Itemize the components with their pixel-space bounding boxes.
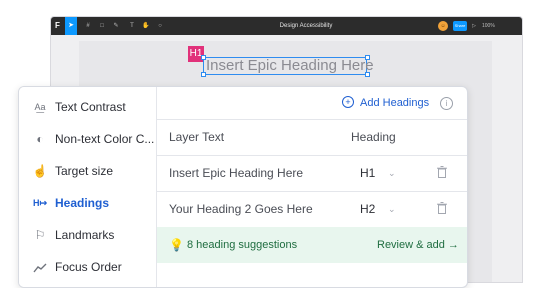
sidebar-item-non-text-color[interactable]: ◐ Non-text Color C... <box>19 123 156 155</box>
lightbulb-icon: 💡 <box>169 238 184 252</box>
focus-order-icon <box>31 251 49 283</box>
file-title[interactable]: Design Accessibility <box>251 17 361 35</box>
heading-suggestions-banner: 💡 8 heading suggestions Review & add → <box>157 227 467 263</box>
plus-circle-icon: + <box>342 96 354 109</box>
add-headings-bar: + Add Headings i <box>157 87 467 120</box>
sidebar-item-target-size[interactable]: ☝ Target size <box>19 155 156 187</box>
sidebar-item-label: Target size <box>55 164 114 178</box>
avatar[interactable]: ☺ <box>438 21 448 31</box>
sidebar-item-focus-order[interactable]: Focus Order <box>19 251 156 283</box>
comment-tool-icon[interactable]: ○ <box>155 17 165 35</box>
sidebar-item-label: Text Contrast <box>55 100 126 114</box>
sidebar-item-label: Headings <box>55 196 110 210</box>
heading-level-select[interactable]: H1 <box>360 155 375 191</box>
column-header-heading: Heading <box>351 130 396 144</box>
half-circle-icon: ◐ <box>36 132 44 146</box>
sidebar-item-headings[interactable]: H↦ Headings <box>19 187 156 219</box>
suggestions-count: 8 heading suggestions <box>187 239 298 251</box>
chevron-down-icon[interactable]: ⌄ <box>388 155 396 191</box>
info-icon[interactable]: i <box>440 97 453 110</box>
hand-tool-icon[interactable]: ✋ <box>141 17 151 35</box>
resize-handle[interactable] <box>365 55 370 60</box>
resize-handle[interactable] <box>201 55 206 60</box>
resize-handle[interactable] <box>365 72 370 77</box>
table-header: Layer Text Heading <box>157 119 467 156</box>
zoom-dropdown[interactable]: 100% <box>482 17 508 35</box>
frame-tool-icon[interactable]: # <box>83 17 93 35</box>
sidebar-item-label: Focus Order <box>55 260 122 274</box>
chevron-down-icon[interactable]: ⌄ <box>388 191 396 227</box>
add-headings-button[interactable]: + Add Headings <box>342 87 429 119</box>
share-button[interactable]: Share <box>453 21 467 31</box>
add-headings-label: Add Headings <box>360 97 430 109</box>
figma-logo-icon[interactable]: F <box>55 20 63 32</box>
plugin-sidebar: A͟a Text Contrast ◐ Non-text Color C... … <box>19 87 157 287</box>
trash-icon[interactable] <box>437 202 447 214</box>
row-layer-text[interactable]: Your Heading 2 Goes Here <box>169 191 313 227</box>
text-tool-icon[interactable]: T <box>127 17 137 35</box>
column-header-layer: Layer Text <box>169 130 225 144</box>
accessibility-plugin-panel: A͟a Text Contrast ◐ Non-text Color C... … <box>18 86 468 288</box>
heading-arrow-icon: H↦ <box>32 198 48 208</box>
sidebar-item-landmarks[interactable]: ⚐ Landmarks <box>19 219 156 251</box>
canvas-heading-text[interactable]: Insert Epic Heading Here <box>206 57 374 75</box>
flag-icon: ⚐ <box>34 228 46 242</box>
editor-toolbar: F ➤ # □ ✎ T ✋ ○ Design Accessibility ☺ S… <box>51 17 522 35</box>
heading-level-select[interactable]: H2 <box>360 191 375 227</box>
table-row[interactable]: Insert Epic Heading Here H1 ⌄ <box>157 155 467 192</box>
sidebar-item-label: Non-text Color C... <box>55 132 155 146</box>
hand-pointer-icon: ☝ <box>32 164 48 178</box>
text-contrast-icon: A͟a <box>34 102 46 112</box>
sidebar-item-text-contrast[interactable]: A͟a Text Contrast <box>19 91 156 123</box>
row-layer-text[interactable]: Insert Epic Heading Here <box>169 155 303 191</box>
resize-handle[interactable] <box>201 72 206 77</box>
trash-icon[interactable] <box>437 166 447 178</box>
move-tool-icon[interactable]: ➤ <box>65 17 77 35</box>
headings-main: + Add Headings i Layer Text Heading Inser… <box>157 87 467 287</box>
table-row[interactable]: Your Heading 2 Goes Here H2 ⌄ <box>157 191 467 228</box>
shape-tool-icon[interactable]: □ <box>97 17 107 35</box>
sidebar-item-label: Landmarks <box>55 228 115 242</box>
play-icon[interactable]: ▷ <box>470 17 478 35</box>
pen-tool-icon[interactable]: ✎ <box>111 17 121 35</box>
review-add-link[interactable]: Review & add → <box>377 227 459 263</box>
